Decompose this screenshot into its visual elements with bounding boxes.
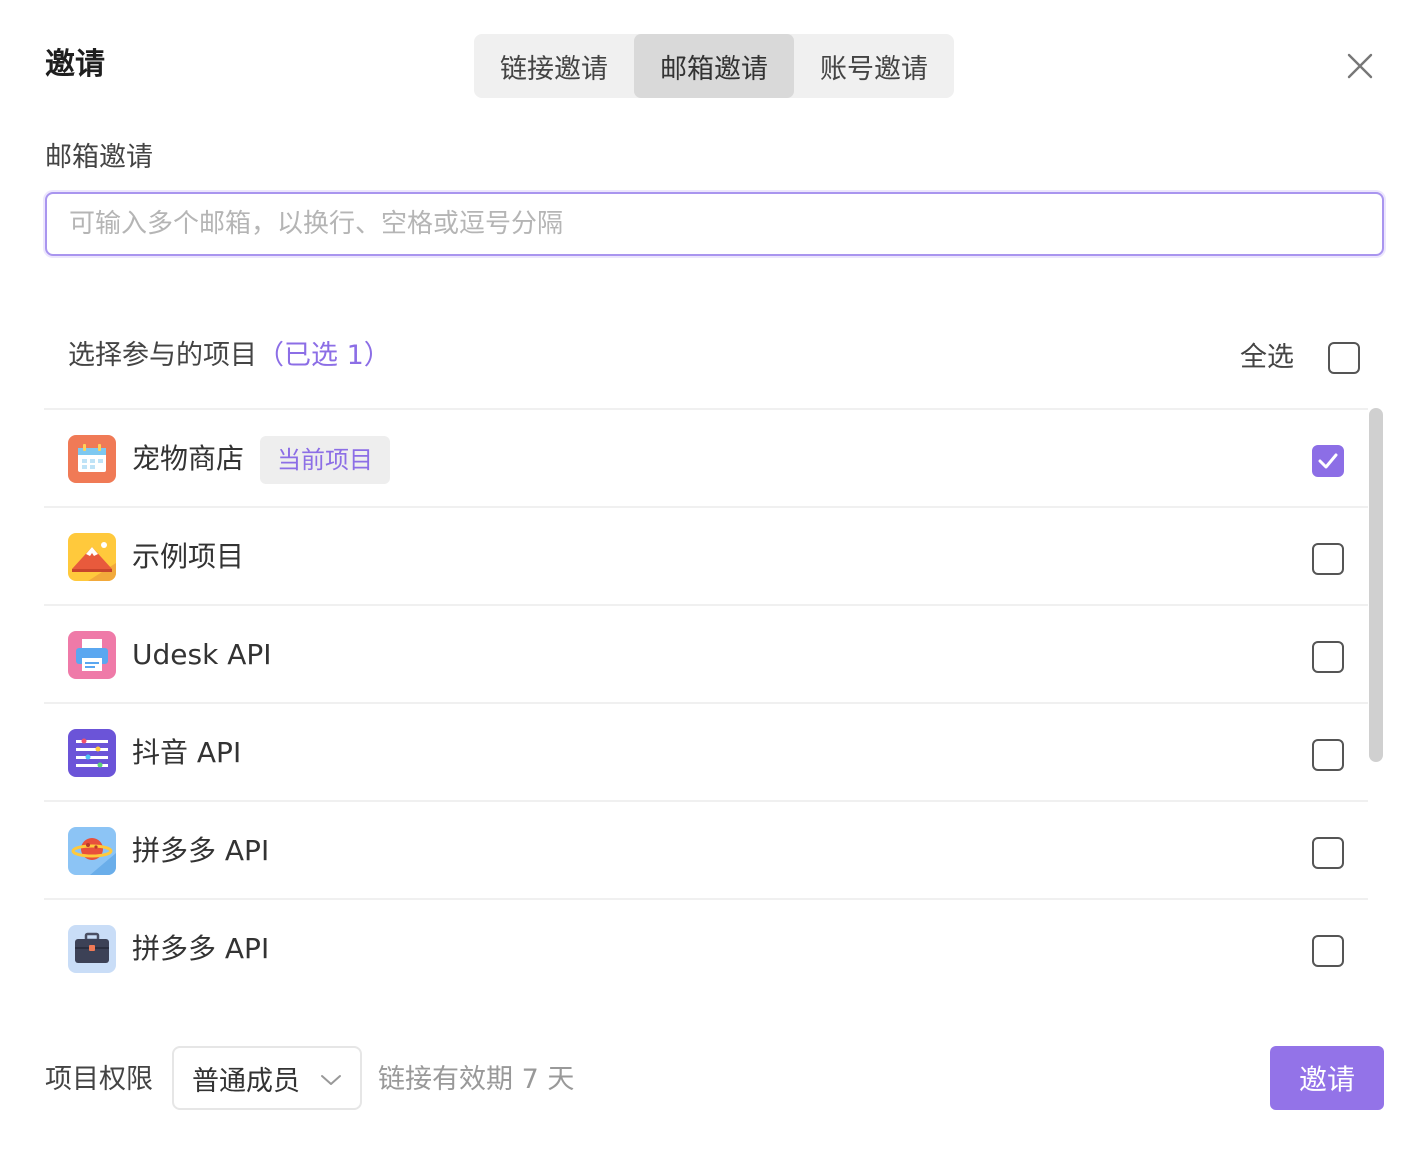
email-input[interactable] (45, 192, 1384, 256)
planet-icon (68, 827, 116, 875)
project-checkbox[interactable] (1312, 543, 1344, 575)
project-heading-text: 选择参与的项目 (68, 340, 257, 371)
project-checkbox[interactable] (1312, 837, 1344, 869)
current-project-badge: 当前项目 (260, 436, 390, 484)
project-row[interactable]: 示例项目 (44, 508, 1368, 606)
select-all-checkbox[interactable] (1328, 342, 1360, 374)
project-row[interactable]: 抖音 API (44, 704, 1368, 802)
project-row[interactable]: 拼多多 API (44, 900, 1368, 996)
project-checkbox[interactable] (1312, 641, 1344, 673)
project-name: Udesk API (132, 638, 272, 671)
invite-dialog: 邀请 链接邀请 邮箱邀请 账号邀请 邮箱邀请 选择参与的项目（已选 1） 全选 (0, 0, 1426, 1154)
project-checkbox[interactable] (1312, 445, 1344, 477)
project-checkbox[interactable] (1312, 935, 1344, 967)
briefcase-icon (68, 925, 116, 973)
invite-type-tabs: 链接邀请 邮箱邀请 账号邀请 (474, 34, 954, 98)
close-icon[interactable] (1340, 46, 1380, 86)
printer-icon (68, 631, 116, 679)
project-name: 示例项目 (132, 540, 245, 573)
invite-button[interactable]: 邀请 (1270, 1046, 1384, 1110)
permission-value: 普通成员 (192, 1065, 300, 1097)
link-expiry-text: 链接有效期 7 天 (378, 1064, 575, 1095)
tab-account-invite[interactable]: 账号邀请 (794, 34, 954, 98)
calendar-icon (68, 435, 116, 483)
chevron-down-icon (320, 1063, 342, 1094)
project-list-heading: 选择参与的项目（已选 1） (68, 336, 391, 376)
project-row[interactable]: Udesk API (44, 606, 1368, 704)
permission-select[interactable]: 普通成员 (172, 1046, 362, 1110)
mountain-icon (68, 533, 116, 581)
permission-label: 项目权限 (45, 1064, 153, 1095)
tab-email-invite[interactable]: 邮箱邀请 (634, 34, 794, 98)
tab-link-invite[interactable]: 链接邀请 (474, 34, 634, 98)
project-row[interactable]: 宠物商店 当前项目 (44, 410, 1368, 508)
project-list: 宠物商店 当前项目 示例项目 Udesk API 抖音 API 拼多多 API … (44, 408, 1368, 996)
email-section-label: 邮箱邀请 (45, 142, 153, 173)
project-name: 抖音 API (132, 736, 242, 769)
scrollbar-thumb[interactable] (1369, 408, 1383, 762)
list-settings-icon (68, 729, 116, 777)
project-list-scrollbar[interactable] (1368, 408, 1384, 768)
project-row[interactable]: 拼多多 API (44, 802, 1368, 900)
project-name: 拼多多 API (132, 834, 270, 867)
project-name: 拼多多 API (132, 932, 270, 965)
project-name: 宠物商店 (132, 442, 245, 475)
selected-count: （已选 1） (257, 340, 391, 371)
select-all-label: 全选 (1240, 342, 1294, 373)
project-checkbox[interactable] (1312, 739, 1344, 771)
dialog-title: 邀请 (45, 47, 105, 82)
